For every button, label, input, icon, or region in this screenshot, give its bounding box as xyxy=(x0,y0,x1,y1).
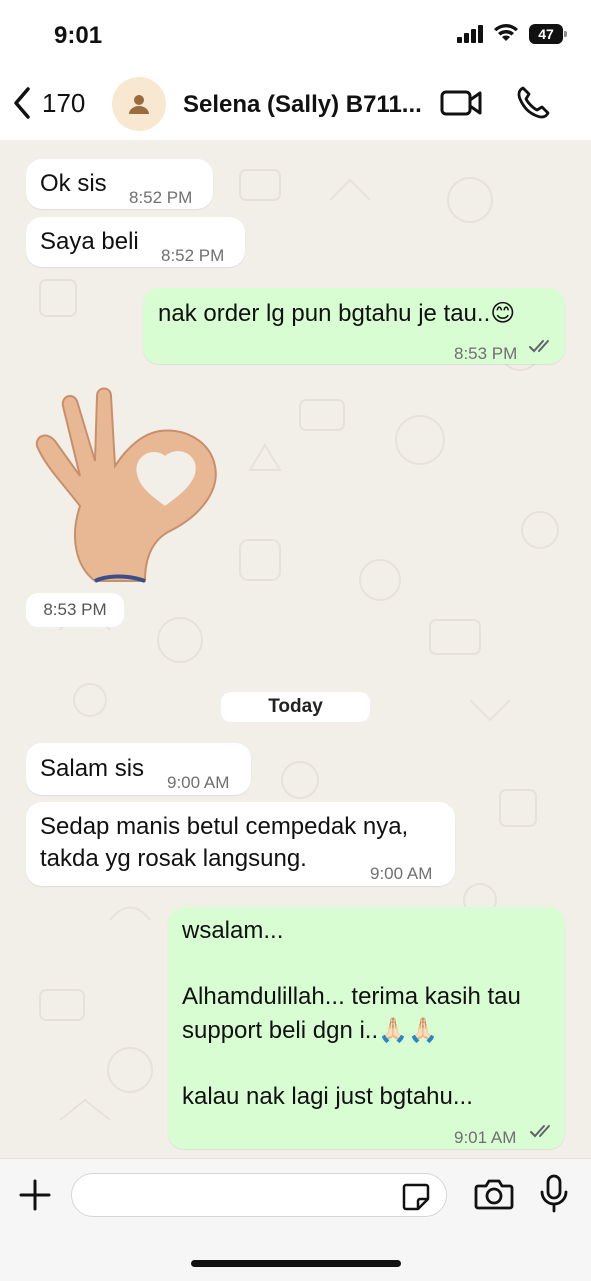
message-timestamp: 8:52 PM xyxy=(129,188,193,207)
message-input[interactable] xyxy=(71,1173,447,1217)
message-timestamp: 9:00 AM xyxy=(167,773,230,792)
message-timestamp: 8:53 PM xyxy=(26,593,124,627)
phone-call-icon[interactable] xyxy=(515,85,551,121)
cellular-signal-icon xyxy=(457,25,483,43)
message-text: Saya beli xyxy=(40,228,139,255)
date-divider: Today xyxy=(221,692,370,722)
message-text-line: support beli dgn i..🙏🏻🙏🏻 xyxy=(182,1017,438,1044)
chevron-left-icon xyxy=(14,87,30,119)
message-bubble-incoming[interactable]: Salam sis 9:00 AM xyxy=(26,743,251,795)
person-icon xyxy=(129,95,149,114)
message-text: Salam sis xyxy=(40,755,145,782)
message-bubble-outgoing[interactable]: nak order lg pun bgtahu je tau..😊 8:53 P… xyxy=(143,288,565,364)
message-bubble-incoming[interactable]: Ok sis 8:52 PM xyxy=(26,159,213,209)
message-text-line: Alhamdulillah... terima kasih tau xyxy=(182,983,521,1010)
message-bubble-incoming[interactable]: Saya beli 8:52 PM xyxy=(26,217,245,267)
battery-icon: 47 xyxy=(529,24,567,44)
back-button[interactable]: 170 xyxy=(12,86,85,120)
message-text-line: kalau nak lagi just bgtahu... xyxy=(182,1083,473,1110)
message-composer xyxy=(0,1158,591,1281)
unread-count: 170 xyxy=(42,87,86,118)
message-text: Ok sis xyxy=(40,170,107,197)
message-text: nak order lg pun bgtahu je tau..😊 xyxy=(158,300,516,327)
status-time: 9:01 xyxy=(54,22,103,49)
chat-header: 170 Selena (Sally) B711... xyxy=(0,70,591,141)
message-timestamp: 9:00 AM xyxy=(370,864,433,883)
home-indicator xyxy=(191,1260,401,1267)
message-bubble-outgoing[interactable]: wsalam... Alhamdulillah... terima kasih … xyxy=(168,907,565,1149)
contact-avatar[interactable] xyxy=(112,77,166,131)
plus-icon[interactable] xyxy=(17,1177,53,1213)
camera-icon[interactable] xyxy=(474,1177,514,1211)
message-timestamp: 8:53 PM xyxy=(454,344,518,363)
read-receipt-icon xyxy=(529,340,549,353)
video-call-icon[interactable] xyxy=(440,88,482,118)
chat-area[interactable]: Ok sis 8:52 PM Saya beli 8:52 PM nak ord… xyxy=(0,140,591,1158)
message-text-line: Sedap manis betul cempedak nya, xyxy=(40,813,409,840)
wifi-icon xyxy=(494,24,518,41)
sticker-icon[interactable] xyxy=(400,1181,432,1213)
message-text-line: takda yg rosak langsung. xyxy=(40,845,307,872)
message-timestamp: 8:52 PM xyxy=(161,246,225,265)
read-receipt-icon xyxy=(530,1125,550,1138)
message-text-line: wsalam... xyxy=(182,917,284,944)
message-bubble-incoming[interactable]: Sedap manis betul cempedak nya, takda yg… xyxy=(26,802,455,886)
microphone-icon[interactable] xyxy=(539,1174,569,1214)
contact-name[interactable]: Selena (Sally) B711... xyxy=(183,91,423,119)
battery-level: 47 xyxy=(538,26,554,42)
status-bar: 9:01 47 xyxy=(0,0,591,70)
status-icons: 47 xyxy=(457,24,567,44)
ok-hand-sticker[interactable] xyxy=(25,386,225,586)
message-timestamp: 9:01 AM xyxy=(454,1128,517,1147)
